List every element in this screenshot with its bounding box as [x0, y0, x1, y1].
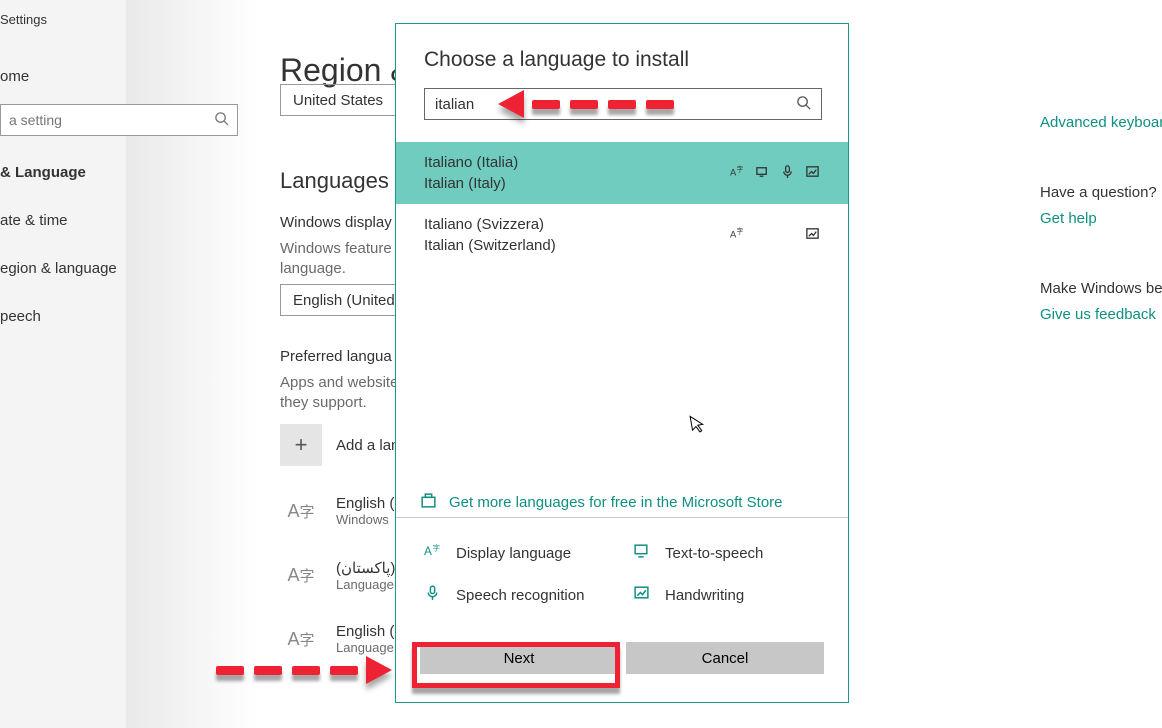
language-glyph-icon: A字 — [280, 490, 322, 532]
add-language-button[interactable]: + Add a lan — [280, 424, 399, 466]
dialog-buttons: Next Cancel — [420, 642, 824, 674]
language-result-italian-italy[interactable]: Italiano (Italia) Italian (Italy) A字 — [396, 142, 848, 204]
feature-display-language: A字 Display language — [424, 542, 613, 564]
result-feature-icons: A字 — [730, 226, 820, 244]
settings-home[interactable]: ome — [0, 68, 29, 85]
cancel-button[interactable]: Cancel — [626, 642, 824, 674]
language-row-2[interactable]: A字 English (InLanguage — [280, 618, 407, 660]
search-icon — [796, 95, 811, 113]
sidebar-item-speech[interactable]: peech — [0, 308, 41, 325]
feature-label: Handwriting — [665, 587, 744, 604]
feature-legend: A字 Display language Text-to-speech Speec… — [424, 542, 822, 606]
display-language-icon: A字 — [730, 226, 745, 244]
ms-store-link-label: Get more languages for free in the Micro… — [449, 494, 783, 511]
store-icon — [420, 492, 437, 513]
result-feature-icons: A字 — [730, 164, 820, 182]
speech-recognition-icon — [424, 584, 442, 606]
language-row-0[interactable]: A字 English (UWindows — [280, 490, 405, 532]
language-result-list: Italiano (Italia) Italian (Italy) A字 Ita… — [396, 142, 848, 266]
feature-label: Text-to-speech — [665, 545, 763, 562]
sidebar-item-time-language[interactable]: & Language — [0, 164, 86, 181]
plus-icon: + — [280, 424, 322, 466]
display-language-sub1: Windows feature — [280, 240, 392, 257]
result-native: Italiano (Italia) — [424, 154, 518, 171]
display-language-icon: A字 — [424, 542, 442, 564]
feature-text-to-speech: Text-to-speech — [633, 542, 822, 564]
preferred-languages-header: Preferred langua — [280, 348, 392, 365]
preferred-languages-sub2: they support. — [280, 394, 367, 411]
advanced-keyboard-link[interactable]: Advanced keyboar — [1040, 114, 1162, 131]
have-question-label: Have a question? — [1040, 184, 1157, 201]
give-feedback-link[interactable]: Give us feedback — [1040, 306, 1156, 323]
settings-sidebar: Settings ome & Language ate & time egion… — [0, 0, 258, 728]
svg-text:A: A — [424, 545, 432, 558]
language-sub: Language — [336, 577, 395, 592]
install-language-dialog: Choose a language to install Italiano (I… — [395, 23, 849, 703]
display-language-icon: A字 — [730, 164, 745, 182]
country-value: United States — [293, 92, 383, 109]
search-icon — [214, 111, 229, 129]
preferred-languages-sub1: Apps and website — [280, 374, 398, 391]
languages-header: Languages — [280, 168, 389, 194]
ms-store-link[interactable]: Get more languages for free in the Micro… — [420, 492, 783, 513]
handwriting-icon — [805, 164, 820, 182]
text-to-speech-icon — [633, 542, 651, 564]
language-glyph-icon: A字 — [280, 618, 322, 660]
svg-text:字: 字 — [433, 543, 440, 553]
feature-label: Display language — [456, 545, 571, 562]
handwriting-icon — [805, 226, 820, 244]
speech-recognition-icon — [780, 164, 795, 182]
search-settings-input-wrap[interactable] — [0, 104, 238, 136]
add-language-label: Add a lan — [336, 437, 399, 454]
language-name: (پاکستان) — [336, 559, 395, 577]
get-help-link[interactable]: Get help — [1040, 210, 1097, 227]
feature-speech-recognition: Speech recognition — [424, 584, 613, 606]
dialog-title: Choose a language to install — [424, 48, 689, 72]
sidebar-item-region-language[interactable]: egion & language — [0, 260, 117, 277]
svg-text:字: 字 — [737, 227, 744, 236]
text-to-speech-icon — [755, 164, 770, 182]
settings-title: Settings — [0, 12, 47, 27]
result-english: Italian (Switzerland) — [424, 237, 556, 254]
next-button[interactable]: Next — [420, 642, 618, 674]
language-row-1[interactable]: A字 (پاکستان)Language — [280, 554, 395, 596]
language-search-input[interactable] — [435, 96, 796, 113]
search-settings-input[interactable] — [9, 112, 214, 128]
handwriting-icon — [633, 584, 651, 606]
dialog-divider — [396, 517, 848, 518]
feature-label: Speech recognition — [456, 587, 584, 604]
result-native: Italiano (Svizzera) — [424, 216, 556, 233]
svg-text:字: 字 — [737, 165, 744, 174]
result-english: Italian (Italy) — [424, 175, 518, 192]
language-glyph-icon: A字 — [280, 554, 322, 596]
make-windows-better-label: Make Windows be — [1040, 280, 1162, 297]
display-language-sub2: language. — [280, 260, 346, 277]
language-result-italian-switzerland[interactable]: Italiano (Svizzera) Italian (Switzerland… — [396, 204, 848, 266]
feature-handwriting: Handwriting — [633, 584, 822, 606]
language-search-input-wrap[interactable] — [424, 88, 822, 120]
sidebar-item-date-time[interactable]: ate & time — [0, 212, 68, 229]
display-language-label: Windows display — [280, 214, 392, 231]
arrow-right-icon — [366, 656, 392, 684]
display-language-value: English (United — [293, 292, 395, 309]
